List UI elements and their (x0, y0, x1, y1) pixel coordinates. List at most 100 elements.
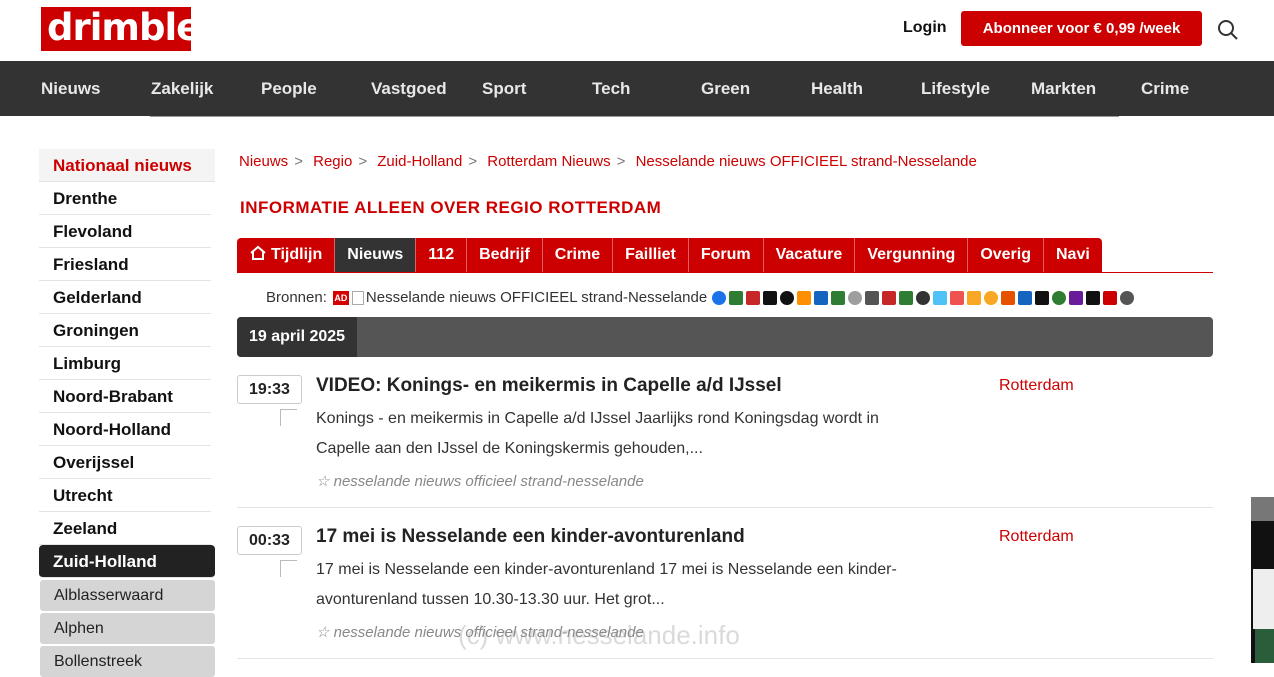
article-summary: 17 mei is Nesselande een kinder-avonture… (316, 561, 897, 608)
tabs-divider (237, 272, 1213, 273)
search-icon[interactable] (1217, 19, 1239, 41)
date-bar: 19 april 2025 (237, 317, 1213, 357)
source-logo-icon[interactable] (712, 290, 727, 305)
nav-item-people[interactable]: People (261, 61, 317, 116)
source-logo-icon[interactable] (1120, 290, 1135, 305)
tab-vergunning[interactable]: Vergunning (855, 238, 969, 272)
nav-item-sport[interactable]: Sport (482, 61, 526, 116)
sidebar-item-zuid-holland[interactable]: Zuid-Holland (39, 545, 215, 578)
nav-divider (150, 116, 1119, 117)
source-logo-icon[interactable] (1052, 290, 1067, 305)
article-title[interactable]: VIDEO: Konings- en meikermis in Capelle … (316, 375, 782, 397)
source-logo-icon[interactable] (1001, 290, 1016, 305)
news-article: 19:33 VIDEO: Konings- en meikermis in Ca… (237, 375, 1213, 508)
region-sidebar: Nationaal nieuws Drenthe Flevoland Fries… (39, 149, 215, 677)
source-logo-icon[interactable] (763, 290, 778, 305)
sidebar-item-utrecht[interactable]: Utrecht (39, 479, 211, 512)
sidebar-item-overijssel[interactable]: Overijssel (39, 446, 211, 479)
source-logo-icon[interactable] (848, 290, 863, 305)
source-logo-icon[interactable] (1086, 290, 1101, 305)
sidebar-item-friesland[interactable]: Friesland (39, 248, 211, 281)
tab-nieuws[interactable]: Nieuws (335, 238, 417, 272)
tab-bedrijf[interactable]: Bedrijf (467, 238, 543, 272)
nav-item-markten[interactable]: Markten (1031, 61, 1096, 116)
nav-item-lifestyle[interactable]: Lifestyle (921, 61, 990, 116)
ad-image (1253, 569, 1274, 629)
source-logo-icon[interactable] (729, 290, 744, 305)
source-logo-icon[interactable] (865, 290, 880, 305)
source-logo-icon[interactable] (882, 290, 897, 305)
sidebar-item-drenthe[interactable]: Drenthe (39, 182, 211, 215)
source-logo-icon[interactable] (746, 290, 761, 305)
sidebar-item-flevoland[interactable]: Flevoland (39, 215, 211, 248)
main-nav: Nieuws Zakelijk People Vastgoed Sport Te… (0, 61, 1274, 116)
subscribe-button[interactable]: Abonneer voor € 0,99 /week (961, 11, 1202, 46)
sidebar-subitem-alphen[interactable]: Alphen (40, 613, 215, 644)
sidebar-item-nationaal[interactable]: Nationaal nieuws (39, 149, 215, 182)
article-region[interactable]: Rotterdam (999, 528, 1074, 546)
nav-item-green[interactable]: Green (701, 61, 750, 116)
source-logo-icon[interactable] (1069, 290, 1084, 305)
source-logo-icon[interactable] (916, 290, 931, 305)
article-time: 19:33 (237, 375, 302, 404)
sidebar-item-noord-holland[interactable]: Noord-Holland (39, 413, 211, 446)
article-region[interactable]: Rotterdam (999, 377, 1074, 395)
watermark: (c) www.nesselande.info (458, 620, 740, 650)
tab-vacature[interactable]: Vacature (763, 238, 856, 272)
source-logo-icon[interactable] (984, 290, 999, 305)
source-logo-icon[interactable] (1018, 290, 1033, 305)
source-logo-icon[interactable] (1103, 290, 1118, 305)
source-logo-icon[interactable] (950, 290, 965, 305)
source-logo-icon[interactable] (814, 290, 829, 305)
tab-tijdlijn-label: Tijdlijn (271, 246, 323, 263)
nav-item-zakelijk[interactable]: Zakelijk (151, 61, 213, 116)
source-logo-icon[interactable] (797, 290, 812, 305)
sidebar-item-zeeland[interactable]: Zeeland (39, 512, 211, 545)
side-advertisement[interactable] (1251, 497, 1274, 663)
timeline-connector (280, 409, 297, 426)
tab-failliet[interactable]: Failliet (613, 238, 689, 272)
tab-crime[interactable]: Crime (542, 238, 614, 272)
breadcrumb-separator: > (616, 153, 626, 170)
tab-navi[interactable]: Navi (1044, 238, 1102, 272)
article-title[interactable]: 17 mei is Nesselande een kinder-avonture… (316, 526, 745, 548)
nav-item-vastgoed[interactable]: Vastgoed (371, 61, 447, 116)
tab-tijdlijn[interactable]: Tijdlijn (237, 238, 336, 272)
ad-badge (1251, 497, 1274, 521)
sidebar-item-noord-brabant[interactable]: Noord-Brabant (39, 380, 211, 413)
article-time: 00:33 (237, 526, 302, 555)
source-logo-icon[interactable] (1035, 290, 1050, 305)
sidebar-subitem-bollenstreek[interactable]: Bollenstreek (40, 646, 215, 677)
ad-image-bottom (1255, 629, 1274, 663)
login-link[interactable]: Login (903, 19, 947, 37)
breadcrumb-regio[interactable]: Regio (313, 153, 352, 170)
source-logo-icon[interactable] (780, 290, 795, 305)
tab-112[interactable]: 112 (416, 238, 468, 272)
source-image-alt-text[interactable]: Nesselande nieuws OFFICIEEL strand-Nesse… (366, 289, 707, 306)
nav-item-crime[interactable]: Crime (1141, 61, 1189, 116)
source-logo-icon[interactable] (967, 290, 982, 305)
ad-source-icon[interactable]: AD (332, 290, 349, 305)
sidebar-item-groningen[interactable]: Groningen (39, 314, 211, 347)
source-logo-icon[interactable] (831, 290, 846, 305)
source-logo-icon[interactable] (933, 290, 948, 305)
nav-item-health[interactable]: Health (811, 61, 863, 116)
sidebar-item-gelderland[interactable]: Gelderland (39, 281, 211, 314)
article-source-tag[interactable]: ☆ nesselande nieuws officieel strand-nes… (316, 472, 644, 490)
breadcrumb-nesselande[interactable]: Nesselande nieuws OFFICIEEL strand-Nesse… (636, 153, 977, 170)
breadcrumb-separator: > (294, 153, 303, 170)
tab-overig[interactable]: Overig (968, 238, 1044, 272)
nav-item-tech[interactable]: Tech (592, 61, 630, 116)
category-tabs: Tijdlijn Nieuws 112 Bedrijf Crime Failli… (237, 238, 1102, 272)
source-logo-icon[interactable] (899, 290, 914, 305)
tab-forum[interactable]: Forum (688, 238, 764, 272)
sidebar-item-limburg[interactable]: Limburg (39, 347, 211, 380)
date-label: 19 april 2025 (237, 317, 358, 357)
breadcrumb: Nieuws > Regio > Zuid-Holland > Rotterdam N… (239, 153, 977, 170)
nav-item-nieuws[interactable]: Nieuws (41, 61, 101, 116)
drimble-logo[interactable]: drimble (41, 7, 201, 51)
breadcrumb-rotterdam[interactable]: Rotterdam Nieuws (487, 153, 610, 170)
breadcrumb-zuid-holland[interactable]: Zuid-Holland (377, 153, 462, 170)
breadcrumb-nieuws[interactable]: Nieuws (239, 153, 288, 170)
sidebar-subitem-alblasserwaard[interactable]: Alblasserwaard (40, 580, 215, 611)
